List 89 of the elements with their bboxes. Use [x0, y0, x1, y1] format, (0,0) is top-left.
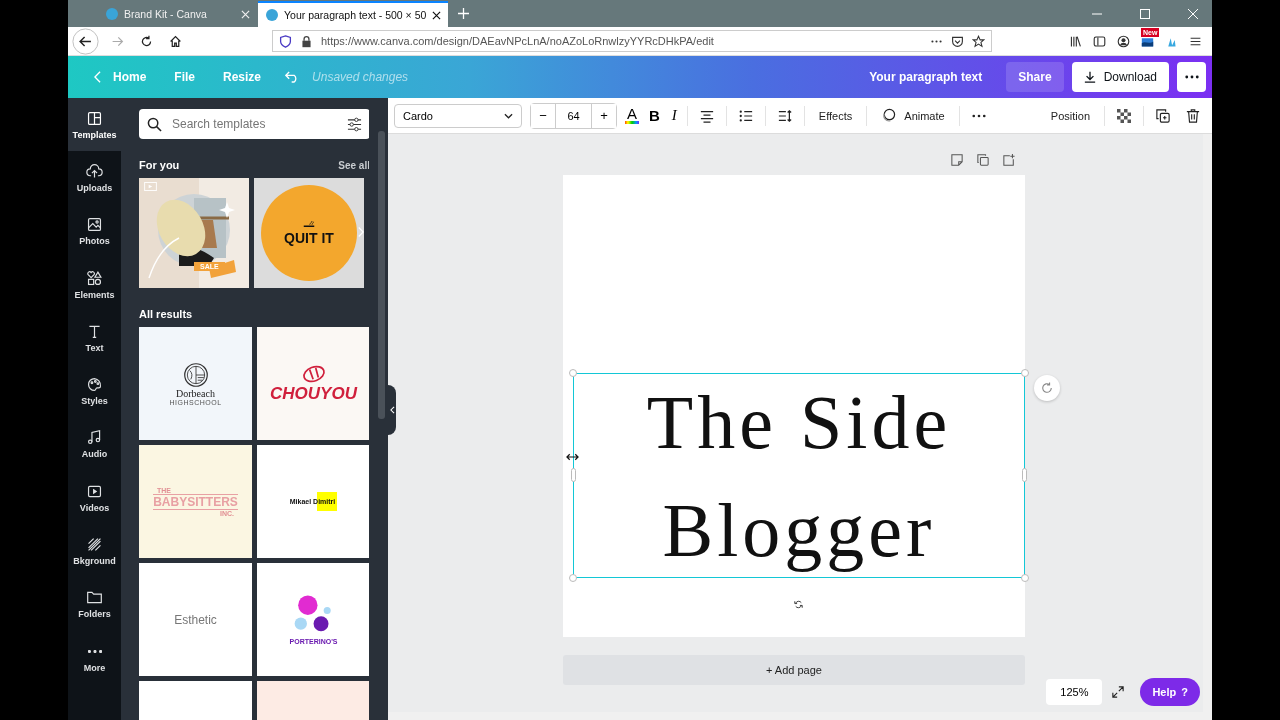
cloud-upload-icon: [86, 162, 103, 180]
more-button[interactable]: [1177, 62, 1206, 92]
resize-handle[interactable]: [571, 468, 576, 482]
transparency-icon[interactable]: [1117, 108, 1131, 123]
animate-icon: [881, 108, 897, 123]
reload-icon[interactable]: [140, 34, 153, 48]
bulleted-list-icon[interactable]: [738, 108, 753, 123]
search-field[interactable]: Search templates: [139, 109, 369, 139]
maximize-icon[interactable]: [1140, 8, 1150, 19]
download-icon: [1083, 71, 1096, 83]
address-field[interactable]: https://www.canva.com/design/DAEavNPcLnA/noAZoLoRnwlzyYYRcDHkPA/edit: [272, 30, 992, 52]
canva-logo-icon: [266, 9, 278, 21]
template-title: Dorbeach: [176, 387, 215, 399]
pocket-icon[interactable]: [951, 34, 964, 48]
url-text: https://www.canva.com/design/DAEavNPcLnA/noAZoLoRnwlzyYYRcDHkPA/edit: [321, 35, 715, 47]
resize-handle[interactable]: [569, 574, 577, 582]
collapse-handle[interactable]: [388, 385, 396, 435]
italic-button[interactable]: I: [669, 107, 679, 124]
section-heading: For you: [139, 159, 180, 171]
share-button[interactable]: Share: [1006, 62, 1064, 92]
text-color-button[interactable]: A: [625, 107, 639, 124]
tab-title: Your paragraph text - 500 × 50: [284, 9, 427, 21]
rotate-icon[interactable]: [792, 598, 805, 611]
image-icon: [86, 216, 103, 234]
font-dropdown[interactable]: Cardo: [394, 103, 522, 128]
canva-logo-icon: [106, 8, 118, 20]
sidebar-tab[interactable]: Templates: [68, 98, 121, 152]
browser-tab[interactable]: Your paragraph text - 500 × 50: [258, 1, 448, 27]
zoom-level-button[interactable]: 125%: [1046, 679, 1103, 705]
trash-icon[interactable]: [1186, 108, 1200, 123]
template-card[interactable]: QUIT IT: [254, 178, 364, 288]
cigarette-icon: [303, 220, 315, 228]
template-card[interactable]: CHOUYOU: [257, 327, 369, 440]
browser-tab[interactable]: Brand Kit - Canva: [98, 1, 258, 27]
resize-cursor-icon: [566, 453, 579, 461]
animate-button[interactable]: Animate: [875, 104, 951, 127]
star-icon[interactable]: [972, 34, 985, 48]
library-icon[interactable]: [1069, 34, 1082, 48]
account-icon[interactable]: [1117, 34, 1130, 48]
note-icon[interactable]: [951, 154, 963, 166]
shapes-icon: [86, 269, 103, 287]
scrollbar-thumb[interactable]: [378, 131, 385, 419]
chevron-left-icon: [94, 71, 101, 83]
save-status: Unsaved changes: [312, 70, 409, 84]
resize-handle[interactable]: [1021, 369, 1029, 377]
resize-handle[interactable]: [1022, 468, 1027, 482]
sidebar-icon[interactable]: [1093, 34, 1106, 48]
caret-icon: [504, 112, 513, 119]
layout-icon: [86, 109, 103, 127]
add-page-icon[interactable]: [1003, 154, 1015, 166]
add-page-button[interactable]: + Add page: [563, 655, 1025, 685]
expand-icon[interactable]: [1112, 686, 1125, 698]
more-icon: [1184, 75, 1199, 79]
stripes-icon: [86, 536, 103, 553]
music-note-icon: [86, 429, 103, 447]
line-spacing-icon[interactable]: [777, 108, 792, 123]
search-icon: [147, 116, 162, 132]
template-title: QUIT IT: [284, 230, 334, 246]
section-heading: All results: [139, 308, 193, 320]
lock-icon: [300, 34, 313, 48]
position-button[interactable]: Position: [1044, 105, 1096, 126]
filter-icon[interactable]: [347, 116, 362, 132]
shield-icon: [279, 34, 292, 48]
new-tab-icon[interactable]: [458, 8, 469, 19]
help-button[interactable]: Help ?: [1140, 678, 1200, 706]
duplicate-page-icon[interactable]: [977, 154, 989, 166]
duplicate-icon[interactable]: [1156, 108, 1170, 123]
emblem-icon: [182, 361, 209, 388]
chevron-left-icon: [389, 406, 395, 414]
close-icon[interactable]: [432, 10, 442, 20]
bold-button[interactable]: B: [647, 107, 662, 124]
download-button[interactable]: Download: [1071, 62, 1169, 92]
more-icon: [87, 649, 102, 653]
design-title[interactable]: Your paragraph text: [869, 70, 983, 84]
resize-handle[interactable]: [569, 369, 577, 377]
template-title: BABYSITTERS: [153, 493, 238, 510]
palette-icon: [86, 376, 103, 394]
template-title: CHOUYOU: [270, 383, 357, 404]
sushi-icon: [300, 363, 327, 384]
template-card[interactable]: Esthetic: [139, 563, 252, 676]
resize-handle[interactable]: [1021, 574, 1029, 582]
home-icon[interactable]: [169, 34, 182, 48]
align-center-icon[interactable]: [699, 108, 714, 123]
effects-button[interactable]: Effects: [812, 105, 859, 126]
tab-title: Brand Kit - Canva: [124, 8, 208, 20]
rotate-icon: [1041, 382, 1053, 394]
template-title: Esthetic: [174, 612, 217, 627]
video-icon: [144, 182, 157, 191]
see-all-link[interactable]: See all: [338, 159, 369, 171]
